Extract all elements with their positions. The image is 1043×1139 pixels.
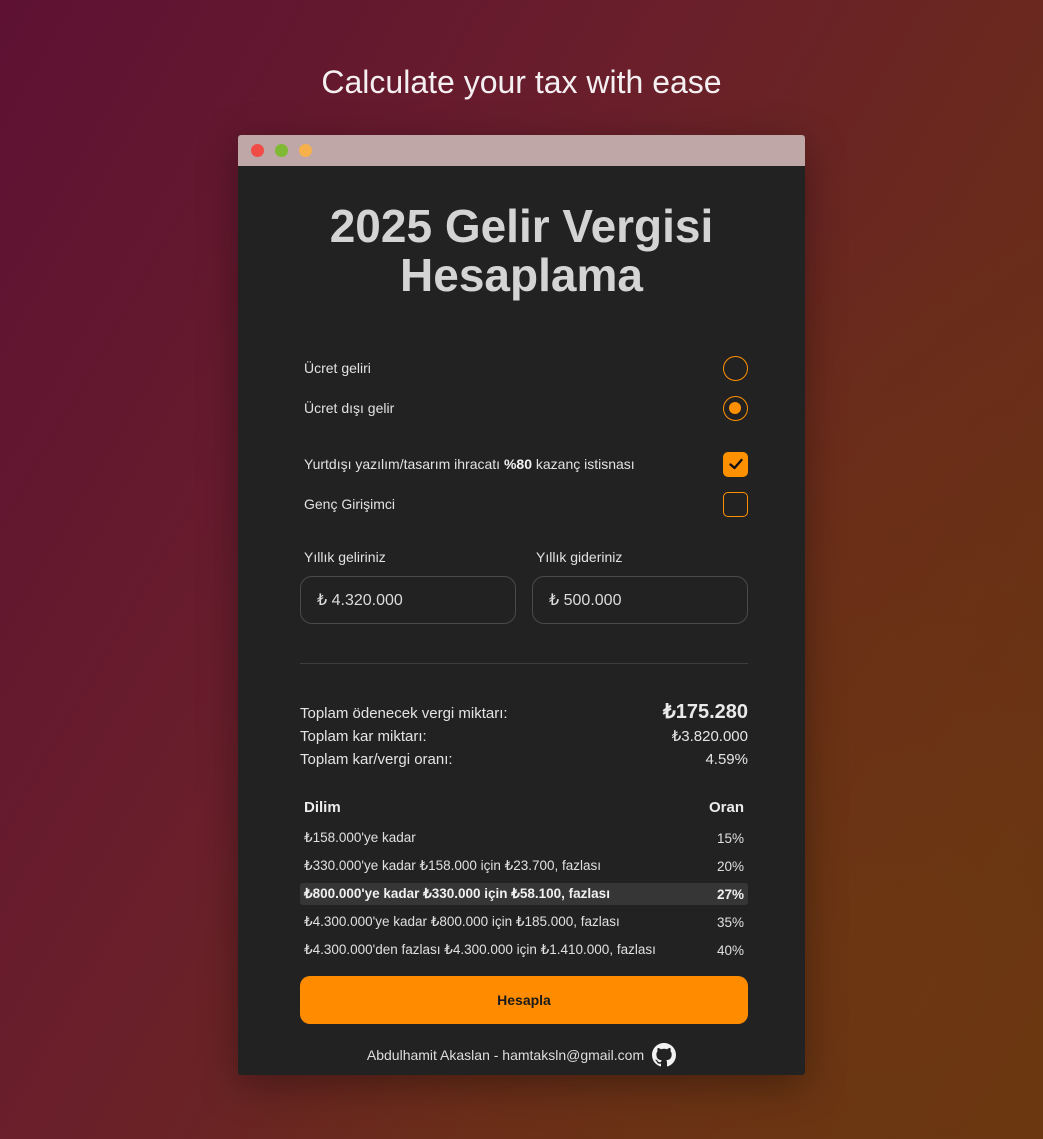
expense-field[interactable] — [549, 591, 729, 609]
export-exemption-checkbox[interactable] — [723, 451, 748, 477]
export-exemption-label: Yurtdışı yazılım/tasarım ihracatı %80 ka… — [304, 456, 635, 472]
income-type-non-wage[interactable]: Ücret dışı gelir — [304, 395, 748, 421]
bracket-text: ₺4.300.000'ye kadar ₺800.000 için ₺185.0… — [304, 914, 620, 929]
table-row: ₺4.300.000'den fazlası ₺4.300.000 için ₺… — [300, 939, 748, 961]
bracket-rate: 35% — [716, 914, 744, 930]
close-window-dot[interactable] — [251, 144, 264, 157]
bracket-table-header: Dilim Oran — [304, 799, 744, 816]
income-field-label: Yıllık geliriniz — [304, 549, 386, 565]
expense-field-box — [532, 576, 748, 624]
income-field[interactable] — [317, 591, 497, 609]
export-exemption-option[interactable]: Yurtdışı yazılım/tasarım ihracatı %80 ka… — [304, 451, 748, 477]
rate-header-label: Oran — [708, 799, 744, 816]
bracket-rate: 20% — [716, 858, 744, 874]
summary-ratio-row: Toplam kar/vergi oranı: 4.59% — [300, 751, 748, 768]
expense-field-label: Yıllık gideriniz — [536, 549, 623, 565]
bracket-text: ₺330.000'ye kadar ₺158.000 için ₺23.700,… — [304, 858, 602, 873]
table-row: ₺4.300.000'ye kadar ₺800.000 için ₺185.0… — [300, 911, 748, 933]
github-icon[interactable] — [652, 1043, 677, 1067]
bracket-header-label: Dilim — [304, 799, 341, 816]
young-entrepreneur-option[interactable]: Genç Girişimci — [304, 491, 748, 517]
summary-tax-label: Toplam ödenecek vergi miktarı: — [300, 705, 508, 722]
young-entrepreneur-label: Genç Girişimci — [304, 496, 396, 512]
bracket-text: ₺158.000'ye kadar — [304, 830, 416, 845]
income-type-non-wage-label: Ücret dışı gelir — [304, 400, 395, 416]
maximize-window-dot[interactable] — [275, 144, 288, 157]
export-exemption-prefix: Yurtdışı yazılım/tasarım ihracatı — [304, 456, 504, 472]
bracket-rate: 15% — [716, 830, 744, 846]
summary-profit-value: ₺3.820.000 — [671, 728, 748, 745]
radio-non-wage[interactable] — [723, 395, 748, 421]
income-field-box — [300, 576, 516, 624]
summary-profit-row: Toplam kar miktarı: ₺3.820.000 — [300, 727, 748, 745]
footer-text: Abdulhamit Akaslan - hamtaksln@gmail.com — [366, 1047, 645, 1063]
window-titlebar — [238, 135, 805, 166]
minimize-window-dot[interactable] — [299, 144, 312, 157]
table-row: ₺330.000'ye kadar ₺158.000 için ₺23.700,… — [300, 855, 748, 877]
bracket-text: ₺4.300.000'den fazlası ₺4.300.000 için ₺… — [304, 942, 656, 957]
young-entrepreneur-checkbox[interactable] — [723, 491, 748, 517]
summary-ratio-label: Toplam kar/vergi oranı: — [300, 751, 453, 768]
divider — [300, 663, 748, 664]
table-row-active: ₺800.000'ye kadar ₺330.000 için ₺58.100,… — [300, 883, 748, 905]
radio-wage[interactable] — [723, 355, 748, 381]
app-window: 2025 Gelir Vergisi Hesaplama Ücret gelir… — [238, 135, 805, 1075]
summary-tax-value: ₺175.280 — [662, 701, 748, 723]
income-type-wage[interactable]: Ücret geliri — [304, 355, 748, 381]
export-exemption-suffix: kazanç istisnası — [531, 456, 635, 472]
page-title: 2025 Gelir Vergisi Hesaplama — [329, 200, 714, 301]
checkmark-icon — [728, 458, 743, 470]
footer: Abdulhamit Akaslan - hamtaksln@gmail.com — [238, 1043, 805, 1067]
bracket-rate: 27% — [716, 886, 744, 902]
bracket-rate: 40% — [716, 942, 744, 958]
calculate-button[interactable]: Hesapla — [300, 976, 748, 1024]
bracket-text: ₺800.000'ye kadar ₺330.000 için ₺58.100,… — [304, 886, 610, 901]
summary-tax-row: Toplam ödenecek vergi miktarı: ₺175.280 — [300, 699, 748, 724]
table-row: ₺158.000'ye kadar 15% — [300, 827, 748, 849]
income-type-wage-label: Ücret geliri — [304, 360, 371, 376]
hero-heading: Calculate your tax with ease — [321, 64, 722, 100]
summary-ratio-value: 4.59% — [705, 751, 748, 768]
export-exemption-percent: %80 — [503, 456, 532, 472]
summary-profit-label: Toplam kar miktarı: — [300, 728, 427, 745]
